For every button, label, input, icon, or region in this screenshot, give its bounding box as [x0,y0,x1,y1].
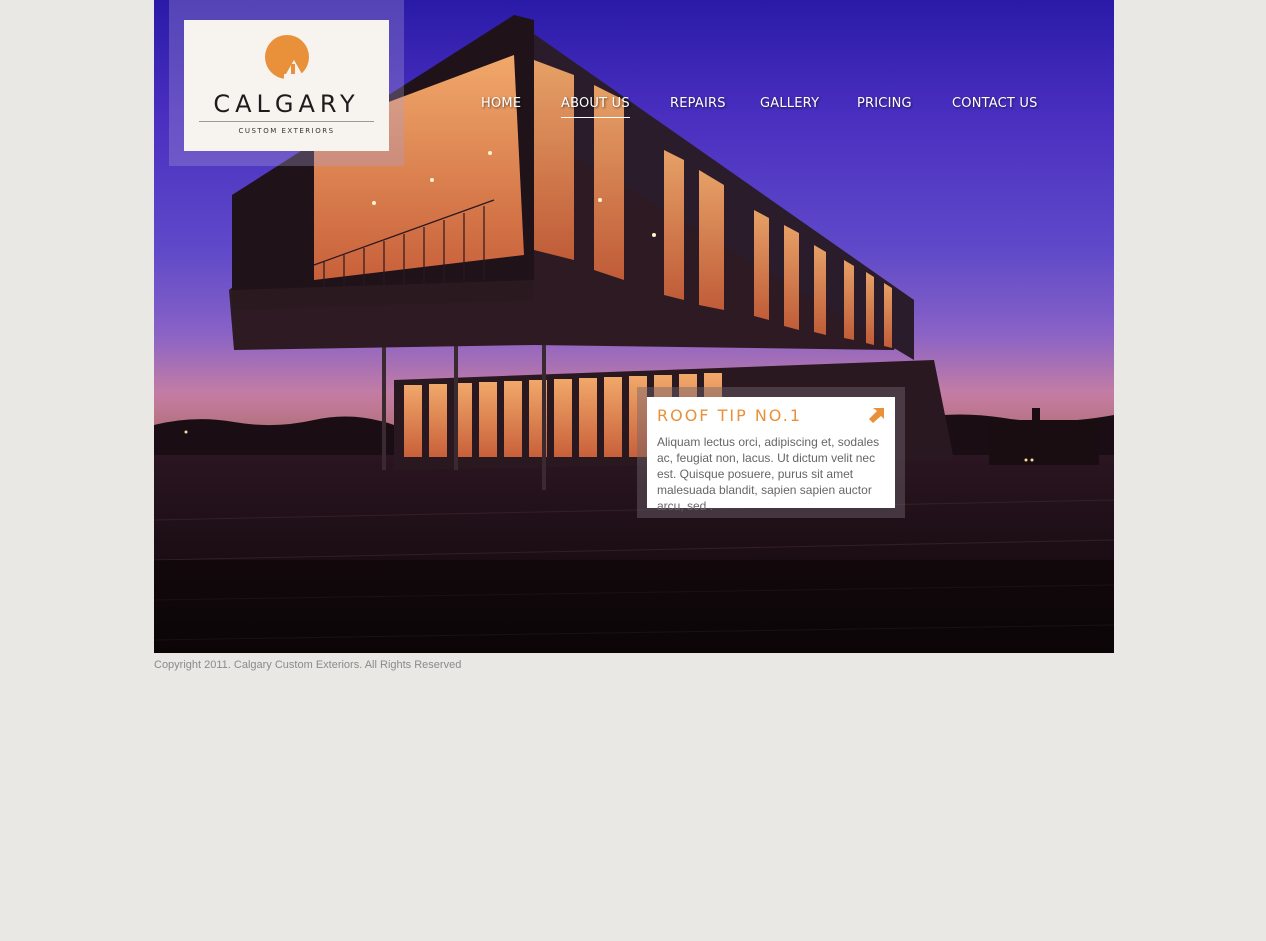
nav-item-about-us[interactable]: ABOUT US [561,96,630,118]
hero-banner: CALGARY CUSTOM EXTERIORS HOME ABOUT US R… [154,0,1114,653]
nav-item-home[interactable]: HOME [481,96,521,111]
nav-item-contact-us[interactable]: CONTACT US [952,96,1038,111]
roof-tip-text: Aliquam lectus orci, adipiscing et, soda… [657,435,880,513]
nav-item-pricing[interactable]: PRICING [857,96,912,111]
sun-house-icon [265,35,310,80]
main-nav: HOME ABOUT US REPAIRS GALLERY PRICING CO… [154,96,1114,126]
nav-item-repairs[interactable]: REPAIRS [670,96,726,111]
logo[interactable]: CALGARY CUSTOM EXTERIORS [184,20,389,151]
roof-tip-panel: ROOF TIP NO.1 Aliquam lectus orci, adipi… [637,387,905,518]
brand-tagline: CUSTOM EXTERIORS [238,127,335,135]
arrow-up-right-icon[interactable] [869,407,885,423]
footer-copyright: Copyright 2011. Calgary Custom Exteriors… [154,659,462,671]
nav-item-gallery[interactable]: GALLERY [760,96,819,111]
roof-tip-card: ROOF TIP NO.1 Aliquam lectus orci, adipi… [647,397,895,513]
page: CALGARY CUSTOM EXTERIORS HOME ABOUT US R… [0,0,1266,941]
roof-tip-title: ROOF TIP NO.1 [657,406,802,425]
logo-frame: CALGARY CUSTOM EXTERIORS [169,0,404,166]
